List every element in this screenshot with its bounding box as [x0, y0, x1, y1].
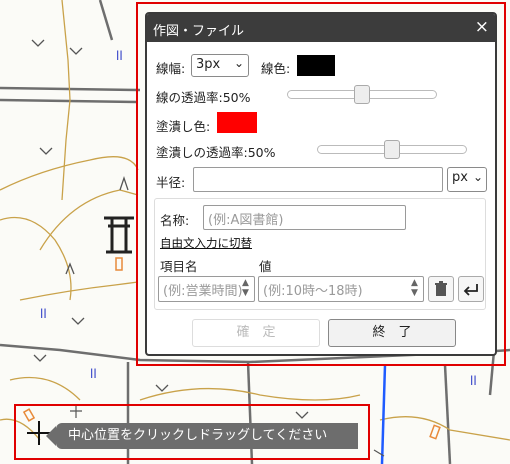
line-color-swatch[interactable]: [297, 55, 335, 76]
svg-text:ll: ll: [470, 374, 477, 388]
hint-bar: 中心位置をクリックしドラッグしてください: [46, 423, 358, 449]
svg-text:ll: ll: [90, 367, 97, 381]
shrine-symbol: [104, 216, 134, 254]
finish-button[interactable]: 終 了: [328, 319, 456, 347]
radius-label: 半径:: [156, 175, 186, 190]
line-opacity-slider[interactable]: [287, 85, 437, 104]
close-icon[interactable]: ×: [475, 17, 489, 37]
hint-text: 中心位置をクリックしドラッグしてください: [68, 428, 328, 443]
confirm-button[interactable]: 確 定: [192, 319, 320, 347]
svg-text:ll: ll: [116, 49, 123, 63]
line-width-value: 3px: [196, 57, 221, 72]
dialog-titlebar[interactable]: 作図・ファイル ×: [147, 14, 495, 42]
radius-input[interactable]: [193, 167, 443, 192]
line-opacity-label: 線の透過率:50%: [156, 90, 251, 105]
trash-icon: [435, 281, 447, 296]
name-input[interactable]: (例:A図書館): [203, 205, 406, 230]
line-width-label: 線幅:: [156, 61, 186, 76]
dialog-title: 作図・ファイル: [153, 24, 245, 39]
item-name-header: 項目名: [160, 259, 198, 274]
svg-text:ll: ll: [40, 307, 47, 321]
line-opacity-thumb[interactable]: [354, 85, 370, 104]
drawing-dialog: 作図・ファイル × 線幅: 3px ⌄ 線色: 線の透過率:50% 塗潰し色: …: [145, 12, 497, 356]
fill-opacity-slider[interactable]: [317, 140, 467, 159]
fill-opacity-label: 塗潰しの透過率:50%: [156, 145, 276, 160]
delete-row-button[interactable]: [428, 276, 454, 302]
add-row-button[interactable]: [458, 276, 484, 302]
chevron-down-icon: ⌄: [472, 170, 483, 184]
value-header: 値: [259, 259, 272, 274]
value-input[interactable]: (例:10時〜18時): [258, 276, 424, 302]
chevron-down-icon: ⌄: [233, 56, 244, 70]
item-name-input[interactable]: (例:営業時間): [158, 276, 255, 302]
fill-color-label: 塗潰し色:: [156, 119, 211, 134]
fill-color-swatch[interactable]: [217, 112, 257, 133]
fill-opacity-thumb[interactable]: [384, 140, 400, 159]
line-width-select[interactable]: 3px ⌄: [191, 54, 249, 77]
free-text-toggle-link[interactable]: 自由文入力に切替: [160, 235, 252, 251]
radius-unit-select[interactable]: px ⌄: [447, 167, 487, 192]
radius-unit-value: px: [452, 170, 468, 185]
stepper-icon[interactable]: ▲ ▼: [242, 278, 249, 298]
name-label: 名称:: [160, 213, 190, 228]
stepper-icon[interactable]: ▲ ▼: [411, 278, 418, 298]
line-color-label: 線色:: [261, 61, 291, 76]
enter-arrow-icon: [463, 284, 478, 296]
